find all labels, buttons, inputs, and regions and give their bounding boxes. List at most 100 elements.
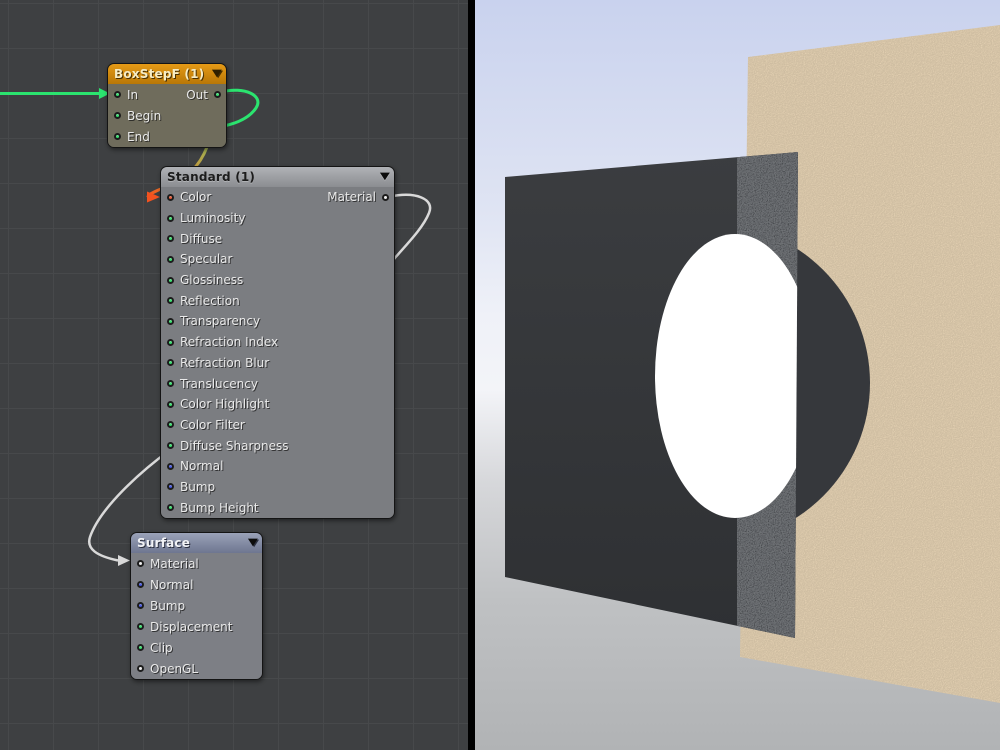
port-row: Color Filter [161,415,394,436]
node-editor-canvas[interactable]: BoxStepF (1) ▼ In Out Begin End [0,0,468,750]
node-surface-header[interactable]: Surface ▼ [131,533,262,553]
chevron-down-icon[interactable]: ▼ [380,172,390,182]
port-row: In Out [108,84,226,105]
input-port-refraction-index[interactable] [167,339,174,346]
input-port-color-filter[interactable] [167,421,174,428]
input-port-in[interactable] [114,91,121,98]
input-port-end[interactable] [114,133,121,140]
output-port-out[interactable] [214,91,221,98]
port-label: Reflection [180,294,240,308]
port-row: Normal [161,456,394,477]
port-label: Bump [180,480,215,494]
input-port-diffuse[interactable] [167,235,174,242]
port-row: Begin [108,105,226,126]
panel-divider [468,0,475,750]
node-boxstepf-header[interactable]: BoxStepF (1) ▼ [108,64,226,84]
port-label: Normal [150,578,193,592]
node-standard-title: Standard (1) [167,170,255,184]
node-surface-title: Surface [137,536,190,550]
port-row: Refraction Index [161,332,394,353]
input-port-bump-height[interactable] [167,504,174,511]
port-row: Glossiness [161,270,394,291]
port-row: Clip [131,637,262,658]
chevron-down-icon[interactable]: ▼ [248,538,258,548]
port-row: Diffuse [161,228,394,249]
white-circle [655,234,815,518]
port-label: Luminosity [180,211,245,225]
port-label: Color Filter [180,418,245,432]
port-label: Color Highlight [180,397,269,411]
node-surface[interactable]: Surface ▼ Material Normal Bump [130,532,263,680]
port-label: Material [150,557,199,571]
input-port-displacement[interactable] [137,623,144,630]
wire-arrowhead-material [118,555,130,566]
port-label: Diffuse [180,232,222,246]
render-scene [475,0,1000,750]
input-port-diffuse-sharpness[interactable] [167,442,174,449]
input-port-normal[interactable] [167,463,174,470]
port-label: Out [186,88,208,102]
port-label: Bump Height [180,501,259,515]
port-label: Color [180,190,211,204]
input-port-opengl[interactable] [137,665,144,672]
input-port-glossiness[interactable] [167,277,174,284]
input-port-clip[interactable] [137,644,144,651]
port-row: Displacement [131,616,262,637]
node-standard-body: Color Material Luminosity Diffuse Specul… [161,187,394,518]
input-port-bump[interactable] [167,483,174,490]
input-port-luminosity[interactable] [167,215,174,222]
port-label: Begin [127,109,161,123]
port-label: End [127,130,150,144]
port-label: Transparency [180,314,260,328]
port-row: Bump [161,477,394,498]
port-label: Refraction Index [180,335,278,349]
input-port-reflection[interactable] [167,297,174,304]
node-boxstepf[interactable]: BoxStepF (1) ▼ In Out Begin End [107,63,227,148]
port-row: Reflection [161,290,394,311]
input-port-translucency[interactable] [167,380,174,387]
port-label: Displacement [150,620,233,634]
chevron-down-icon[interactable]: ▼ [212,69,222,79]
input-port-color[interactable] [167,194,174,201]
port-row: Color Highlight [161,394,394,415]
port-row: Color Material [161,187,394,208]
node-surface-body: Material Normal Bump Displacement Clip [131,553,262,679]
input-port-bump[interactable] [137,602,144,609]
port-row: Diffuse Sharpness [161,435,394,456]
port-row: Refraction Blur [161,353,394,374]
node-boxstepf-title: BoxStepF (1) [114,67,204,81]
app-window: BoxStepF (1) ▼ In Out Begin End [0,0,1000,750]
port-row: Luminosity [161,208,394,229]
port-row: End [108,126,226,147]
port-label: Normal [180,459,223,473]
port-label: Diffuse Sharpness [180,439,289,453]
port-label: In [127,88,138,102]
port-row: Normal [131,574,262,595]
port-row: Material [131,553,262,574]
node-standard-header[interactable]: Standard (1) ▼ [161,167,394,187]
wire-material-loop[interactable] [389,195,430,259]
input-port-refraction-blur[interactable] [167,359,174,366]
node-boxstepf-body: In Out Begin End [108,84,226,147]
node-standard[interactable]: Standard (1) ▼ Color Material Luminosity [160,166,395,519]
port-row: Bump [131,595,262,616]
port-label: Bump [150,599,185,613]
port-label: Clip [150,641,173,655]
input-port-transparency[interactable] [167,318,174,325]
port-label: Translucency [180,377,258,391]
port-row: Specular [161,249,394,270]
output-port-material[interactable] [382,194,389,201]
port-label: Refraction Blur [180,356,269,370]
port-row: OpenGL [131,658,262,679]
input-port-normal[interactable] [137,581,144,588]
input-port-specular[interactable] [167,256,174,263]
render-viewport[interactable] [475,0,1000,750]
port-label: Glossiness [180,273,243,287]
input-port-material[interactable] [137,560,144,567]
port-label: OpenGL [150,662,198,676]
input-port-begin[interactable] [114,112,121,119]
port-row: Bump Height [161,497,394,518]
port-row: Transparency [161,311,394,332]
input-port-color-highlight[interactable] [167,401,174,408]
port-label: Material [327,190,376,204]
